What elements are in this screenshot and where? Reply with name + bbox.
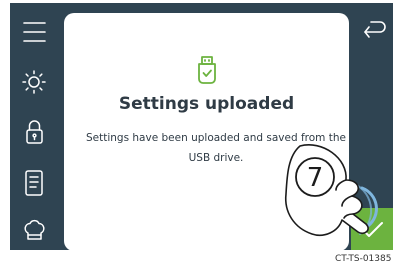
lock-button[interactable] — [10, 114, 58, 154]
dialog-title: Settings uploaded — [118, 94, 295, 114]
chef-button[interactable] — [10, 212, 58, 252]
back-arrow-icon — [364, 21, 386, 38]
lock-icon — [26, 120, 43, 144]
brightness-button[interactable] — [10, 65, 58, 105]
recipes-button[interactable] — [10, 163, 58, 203]
chef-hat-icon — [24, 219, 45, 240]
usb-check-icon — [198, 56, 216, 84]
figure-code: CT-TS-01385 — [335, 254, 392, 264]
step-number: 7 — [307, 163, 324, 193]
tap-hand-illustration: 7 — [285, 144, 378, 236]
menu-icon — [23, 22, 46, 42]
menu-button[interactable] — [10, 14, 58, 54]
recipe-book-icon — [25, 170, 43, 196]
back-button[interactable] — [351, 14, 393, 54]
brightness-icon — [22, 70, 46, 94]
